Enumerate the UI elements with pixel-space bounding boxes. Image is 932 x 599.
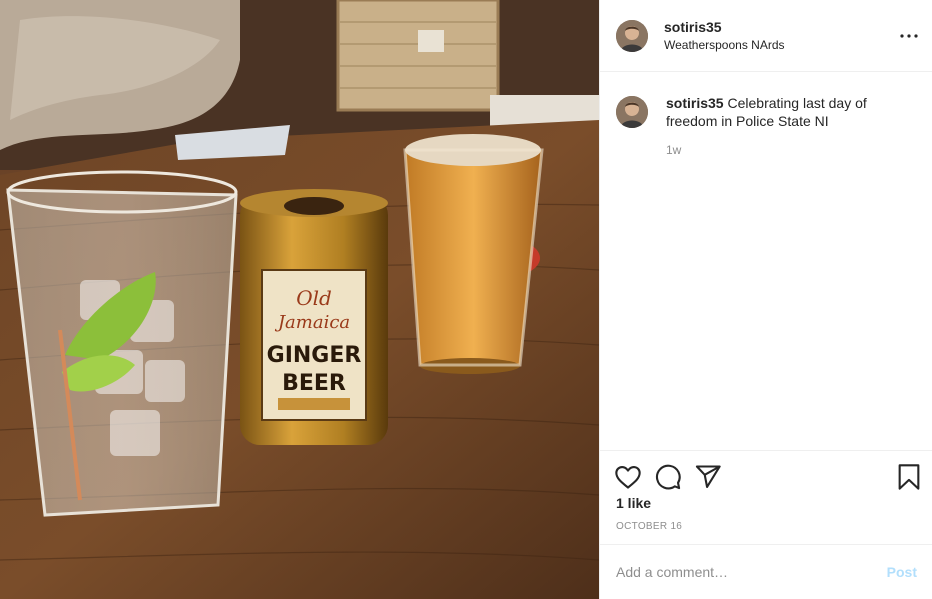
share-button[interactable] (694, 463, 722, 491)
comment-button[interactable] (654, 463, 682, 491)
paper-plane-icon (695, 465, 721, 488)
action-bar (600, 450, 932, 500)
caption-avatar[interactable] (616, 96, 648, 128)
avatar-image (616, 19, 648, 52)
heart-icon (615, 466, 641, 489)
avatar[interactable] (616, 19, 648, 52)
can-label-beer: BEER (282, 371, 346, 396)
caption-text: sotiris35 Celebrating last day of freedo… (666, 94, 906, 130)
post-date[interactable]: OCTOBER 16 (616, 521, 682, 532)
comment-bubble-icon (655, 464, 681, 490)
caption-time-ago[interactable]: 1w (666, 142, 906, 158)
more-options-button[interactable] (897, 24, 921, 48)
save-button[interactable] (895, 463, 923, 491)
post-comment-button[interactable]: Post (887, 564, 917, 580)
caption-username[interactable]: sotiris35 (666, 95, 724, 111)
caption-avatar-image (616, 96, 648, 128)
more-horizontal-icon (900, 34, 918, 38)
comment-input[interactable] (616, 564, 887, 580)
post-photo[interactable]: Old Jamaica GINGER BEER (0, 0, 599, 599)
post-header: sotiris35 Weatherspoons NArds (600, 0, 932, 72)
post-panel: sotiris35 Weatherspoons NArds sotiris35 … (599, 0, 932, 599)
like-button[interactable] (614, 463, 642, 491)
can-label-jamaica: Jamaica (274, 312, 350, 333)
likes-count[interactable]: 1 like (616, 495, 651, 511)
comment-bar: Post (600, 544, 932, 599)
header-location[interactable]: Weatherspoons NArds (664, 37, 785, 53)
bookmark-icon (898, 464, 920, 490)
header-username[interactable]: sotiris35 (664, 18, 785, 36)
can-label-old: Old (296, 286, 332, 310)
post-caption: sotiris35 Celebrating last day of freedo… (616, 94, 921, 158)
can-label-ginger: GINGER (267, 343, 362, 368)
post-photo-drawing: Old Jamaica GINGER BEER (0, 0, 599, 599)
